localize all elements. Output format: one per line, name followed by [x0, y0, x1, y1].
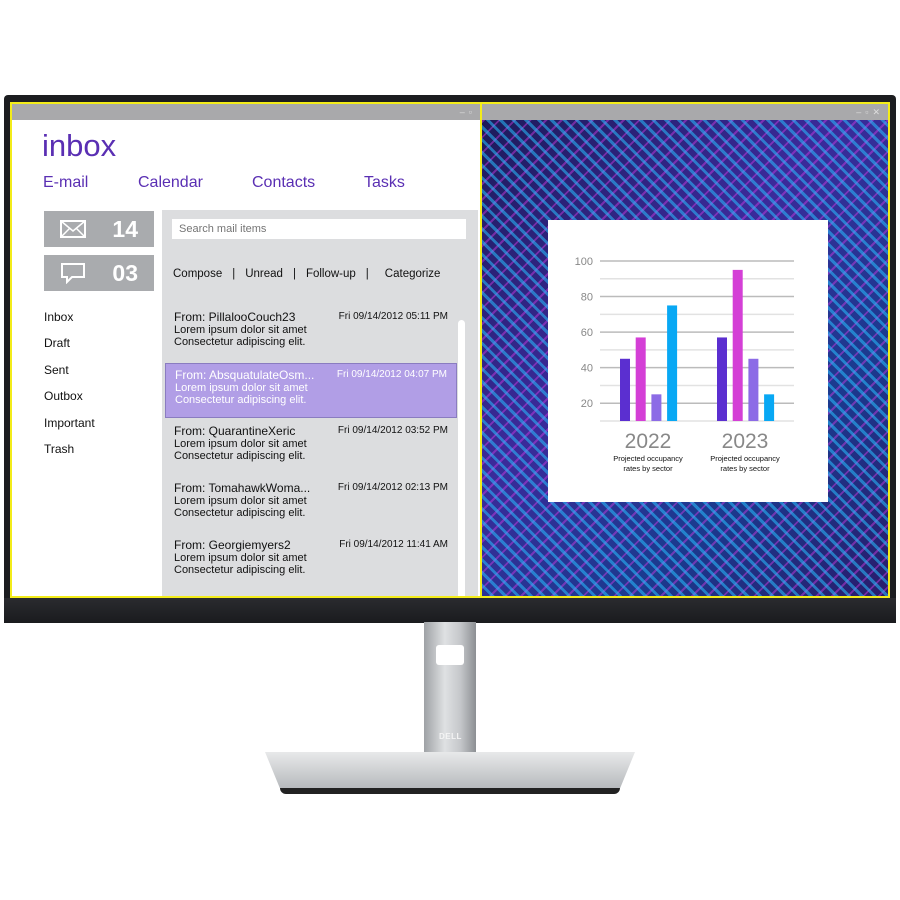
- y-tick-label: 20: [581, 398, 593, 410]
- y-tick-label: 60: [581, 327, 593, 339]
- mail-date: Fri 09/14/2012 05:11 PM: [338, 311, 448, 322]
- restore-icon[interactable]: ▫: [469, 107, 472, 117]
- mail-sender: From: PillalooCouch23: [174, 310, 296, 324]
- mail-preview-line: Lorem ipsum dolor sit amet: [174, 438, 307, 450]
- category-caption: Projected occupancy: [710, 454, 780, 463]
- categorize-button[interactable]: Categorize: [385, 268, 441, 280]
- folder-inbox[interactable]: Inbox: [44, 310, 73, 324]
- monitor-stand: [424, 622, 476, 762]
- folder-draft[interactable]: Draft: [44, 336, 70, 350]
- mail-sender: From: TomahawkWoma...: [174, 481, 311, 495]
- title-bar: – ▫ ✕: [482, 104, 888, 120]
- category-label: 2022: [625, 430, 672, 453]
- mail-date: Fri 09/14/2012 04:07 PM: [336, 369, 447, 380]
- mail-preview-line: Lorem ipsum dolor sit amet: [174, 324, 307, 336]
- minimize-icon[interactable]: –: [460, 107, 465, 117]
- mail-preview-line: Lorem ipsum dolor sit amet: [174, 495, 307, 507]
- category-label: 2023: [722, 430, 769, 453]
- mail-sender: From: AbsquatulateOsm...: [175, 368, 315, 382]
- separator: |: [232, 268, 236, 280]
- folder-sent[interactable]: Sent: [44, 363, 69, 377]
- mail-count: 14: [112, 215, 138, 242]
- nav-tasks[interactable]: Tasks: [364, 174, 405, 192]
- separator: |: [365, 268, 369, 280]
- mail-window: – ▫ inbox E-mail Calendar Contacts Tasks …: [10, 102, 482, 598]
- restore-icon[interactable]: ▫: [865, 107, 868, 117]
- bar: [620, 358, 630, 421]
- category-caption: rates by sector: [720, 464, 770, 473]
- bar: [635, 337, 646, 421]
- mail-list-item[interactable]: From: PillalooCouch23 Fri 09/14/2012 05:1…: [165, 306, 457, 361]
- compose-button[interactable]: Compose: [173, 268, 222, 280]
- bar: [732, 269, 743, 421]
- bar: [667, 305, 678, 421]
- mail-preview-line: Consectetur adipiscing elit.: [174, 564, 306, 576]
- mail-date: Fri 09/14/2012 11:41 AM: [339, 539, 448, 550]
- mail-preview-line: Consectetur adipiscing elit.: [174, 507, 306, 519]
- folder-important[interactable]: Important: [44, 416, 95, 430]
- mail-sender: From: Georgiemyers2: [174, 538, 291, 552]
- message-count-tile[interactable]: 03: [44, 255, 154, 291]
- mail-preview-line: Lorem ipsum dolor sit amet: [175, 382, 308, 394]
- mail-date: Fri 09/14/2012 03:52 PM: [337, 425, 448, 436]
- search-input[interactable]: [172, 219, 466, 239]
- mail-sender: From: QuarantineXeric: [174, 424, 296, 438]
- chat-bubble-icon: [61, 263, 85, 284]
- nav-contacts[interactable]: Contacts: [252, 174, 315, 192]
- stand-base: [265, 752, 635, 788]
- mail-list-item[interactable]: From: QuarantineXeric Fri 09/14/2012 03:5…: [165, 420, 457, 475]
- monitor-chin: [4, 598, 896, 623]
- mail-preview-line: Consectetur adipiscing elit.: [175, 394, 307, 406]
- bar: [651, 394, 662, 421]
- screen: – ▫ inbox E-mail Calendar Contacts Tasks …: [10, 102, 890, 598]
- follow-up-button[interactable]: Follow-up: [306, 268, 356, 280]
- category-caption: Projected occupancy: [613, 454, 683, 463]
- bar-chart: 204060801002022Projected occupancyrates …: [575, 256, 794, 473]
- message-count: 03: [112, 259, 138, 286]
- action-bar: Compose | Unread | Follow-up | Categoriz…: [173, 268, 440, 280]
- nav-email[interactable]: E-mail: [43, 174, 88, 192]
- folder-trash[interactable]: Trash: [44, 442, 74, 456]
- envelope-icon: [60, 220, 86, 238]
- minimize-icon[interactable]: –: [856, 107, 861, 117]
- close-icon[interactable]: ✕: [872, 107, 880, 118]
- scrollbar[interactable]: [458, 320, 465, 596]
- mail-preview-line: Consectetur adipiscing elit.: [174, 336, 306, 348]
- mail-list-item[interactable]: From: Georgiemyers2 Fri 09/14/2012 11:41 …: [165, 534, 457, 589]
- mail-preview-line: Consectetur adipiscing elit.: [174, 450, 306, 462]
- chart-window: – ▫ ✕ 20 40 60 80 100 2022 Projected occupancy ra…: [480, 102, 890, 598]
- brand-logo: DELL: [439, 732, 462, 741]
- separator: |: [292, 268, 296, 280]
- cable-hole: [436, 645, 464, 665]
- title-bar: – ▫: [12, 104, 480, 120]
- mail-count-tile[interactable]: 14: [44, 211, 154, 247]
- mail-list-item[interactable]: From: AbsquatulateOsm... Fri 09/14/2012 0…: [165, 363, 457, 418]
- chart-card: 20 40 60 80 100 2022 Projected occupancy rates …: [548, 220, 828, 502]
- bar: [717, 337, 727, 421]
- mail-list-item[interactable]: From: TomahawkWoma... Fri 09/14/2012 02:1…: [165, 477, 457, 532]
- mail-panel: Compose | Unread | Follow-up | Categoriz…: [162, 210, 478, 596]
- bar: [748, 358, 759, 421]
- nav-calendar[interactable]: Calendar: [138, 174, 203, 192]
- mail-preview-line: Lorem ipsum dolor sit amet: [174, 552, 307, 564]
- y-tick-label: 100: [575, 256, 593, 268]
- mail-date: Fri 09/14/2012 02:13 PM: [337, 482, 448, 493]
- unread-button[interactable]: Unread: [245, 268, 283, 280]
- page-title: inbox: [42, 128, 117, 163]
- category-caption: rates by sector: [623, 464, 673, 473]
- folder-outbox[interactable]: Outbox: [44, 389, 83, 403]
- y-tick-label: 80: [581, 292, 593, 304]
- bar: [764, 394, 775, 421]
- y-tick-label: 40: [581, 363, 593, 375]
